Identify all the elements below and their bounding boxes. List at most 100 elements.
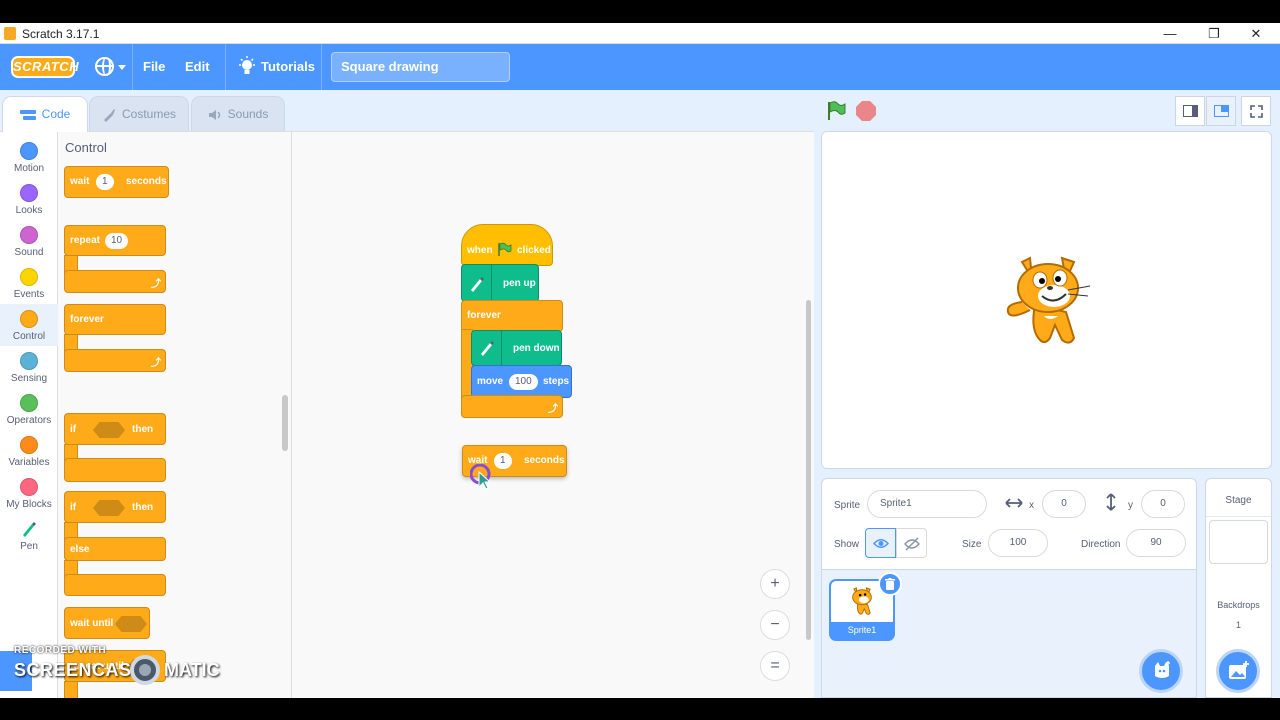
repeat-count-input[interactable]: 10 <box>105 233 129 249</box>
sprite-name-input[interactable]: Sprite1 <box>867 490 987 518</box>
fullscreen-button[interactable] <box>1241 96 1271 126</box>
wait-seconds-input[interactable]: 1 <box>494 453 512 469</box>
block-text: seconds <box>524 455 565 466</box>
tutorials-menu[interactable]: Tutorials <box>261 44 315 90</box>
script-scrollbar[interactable] <box>806 300 811 640</box>
else-row: else <box>64 537 166 561</box>
category-operators[interactable]: Operators <box>0 388 58 430</box>
category-sound[interactable]: Sound <box>0 220 58 262</box>
normal-stage-button[interactable] <box>1206 96 1236 126</box>
size-input[interactable]: 100 <box>988 529 1048 557</box>
category-control[interactable]: Control <box>0 304 58 346</box>
x-position-input[interactable]: 0 <box>1042 490 1086 518</box>
category-my-blocks[interactable]: My Blocks <box>0 472 58 514</box>
green-flag-icon[interactable] <box>826 101 846 121</box>
pen-up-block[interactable]: pen up <box>461 264 539 302</box>
category-events[interactable]: Events <box>0 262 58 304</box>
block-text: then <box>132 424 154 435</box>
show-sprite-button[interactable] <box>865 528 896 558</box>
condition-slot[interactable] <box>93 500 125 516</box>
palette-repeat-block[interactable]: repeat 10 <box>64 225 166 256</box>
move-steps-input[interactable]: 100 <box>509 374 538 390</box>
hide-sprite-button[interactable] <box>896 528 927 558</box>
choose-backdrop-button[interactable] <box>1216 649 1260 693</box>
move-steps-block[interactable]: move 100 steps <box>471 365 572 398</box>
zoom-in-button[interactable]: + <box>760 569 790 599</box>
speaker-icon <box>208 109 220 120</box>
choose-sprite-button[interactable] <box>1139 649 1183 693</box>
block-palette: Control wait 1 seconds repeat 10 ⤴ forev… <box>58 131 292 698</box>
category-label: Sensing <box>10 373 48 384</box>
backdrops-count: 1 <box>1235 620 1241 630</box>
direction-input[interactable]: 90 <box>1126 529 1186 557</box>
forever-footer: ⤴ <box>461 395 563 418</box>
screen-bottom-letterbox <box>0 698 1280 720</box>
pen-down-block[interactable]: pen down <box>471 330 562 366</box>
menu-divider <box>321 44 322 90</box>
palette-if-else-block[interactable]: if then <box>64 491 166 523</box>
when-flag-clicked-hat-block[interactable]: when clicked <box>461 224 553 266</box>
category-label: Operators <box>6 415 52 426</box>
tab-sounds[interactable]: Sounds <box>191 96 285 131</box>
pen-icon <box>471 277 484 292</box>
menu-divider <box>225 44 226 90</box>
y-position-input[interactable]: 0 <box>1141 490 1185 518</box>
palette-heading: Control <box>65 140 107 155</box>
condition-slot[interactable] <box>93 422 125 438</box>
file-menu[interactable]: File <box>143 44 165 90</box>
wait-seconds-input[interactable]: 1 <box>96 174 114 190</box>
category-pen[interactable]: Pen <box>0 514 58 556</box>
condition-slot[interactable] <box>115 616 147 632</box>
zoom-out-button[interactable]: − <box>760 610 790 640</box>
block-text: pen down <box>513 343 560 354</box>
category-looks[interactable]: Looks <box>0 178 58 220</box>
category-motion[interactable]: Motion <box>0 136 58 178</box>
scratch-app-icon <box>4 27 16 40</box>
palette-if-then-block[interactable]: if then <box>64 413 166 445</box>
minimize-button[interactable]: — <box>1150 24 1190 43</box>
menu-bar: SCRATCH File Edit Tutorials Square drawi… <box>0 44 1280 90</box>
close-window-button[interactable]: ✕ <box>1236 24 1276 43</box>
edit-menu[interactable]: Edit <box>185 44 210 90</box>
palette-wait-block[interactable]: wait 1 seconds <box>64 166 169 198</box>
cat-sprite[interactable] <box>1000 250 1096 350</box>
scratch-logo[interactable]: SCRATCH <box>11 56 79 78</box>
block-text: wait until <box>70 618 114 629</box>
small-stage-button[interactable] <box>1175 96 1205 126</box>
delete-sprite-button[interactable] <box>878 572 902 596</box>
category-sensing[interactable]: Sensing <box>0 346 58 388</box>
sprite-thumbnail-name: Sprite1 <box>831 622 893 639</box>
stage-canvas[interactable] <box>821 131 1272 469</box>
lightbulb-icon[interactable] <box>238 56 256 78</box>
zoom-reset-button[interactable]: = <box>760 651 790 681</box>
tab-code-label: Code <box>41 107 71 121</box>
screencast-logo-icon <box>130 655 160 685</box>
category-label: Sound <box>14 247 44 258</box>
palette-wait-until-block[interactable]: wait until <box>64 607 150 639</box>
block-text: repeat <box>70 235 101 246</box>
palette-forever-block[interactable]: forever <box>64 304 166 335</box>
control-dot-icon <box>20 310 38 328</box>
stop-icon[interactable] <box>856 101 876 121</box>
cat-thumbnail-icon <box>852 587 872 615</box>
restore-button[interactable]: ❐ <box>1194 24 1234 43</box>
block-text: wait <box>70 176 90 187</box>
y-label: y <box>1128 500 1133 511</box>
tab-code[interactable]: Code <box>2 96 88 132</box>
category-variables[interactable]: Variables <box>0 430 58 472</box>
category-label: Variables <box>8 457 50 468</box>
screen-top-letterbox <box>0 0 1280 23</box>
window-title: Scratch 3.17.1 <box>22 27 100 41</box>
tab-costumes-label: Costumes <box>121 107 177 121</box>
tab-costumes[interactable]: Costumes <box>89 96 189 131</box>
brush-icon <box>103 108 115 122</box>
project-title-input[interactable]: Square drawing <box>331 52 510 82</box>
language-globe-icon[interactable] <box>95 57 114 76</box>
block-text: steps <box>543 376 570 387</box>
mouse-cursor-icon <box>470 464 492 490</box>
sound-dot-icon <box>20 226 38 244</box>
forever-block[interactable]: forever <box>461 300 563 332</box>
stage-thumbnail[interactable] <box>1209 520 1268 564</box>
palette-scrollbar[interactable] <box>282 395 288 451</box>
green-flag-icon <box>498 242 512 256</box>
